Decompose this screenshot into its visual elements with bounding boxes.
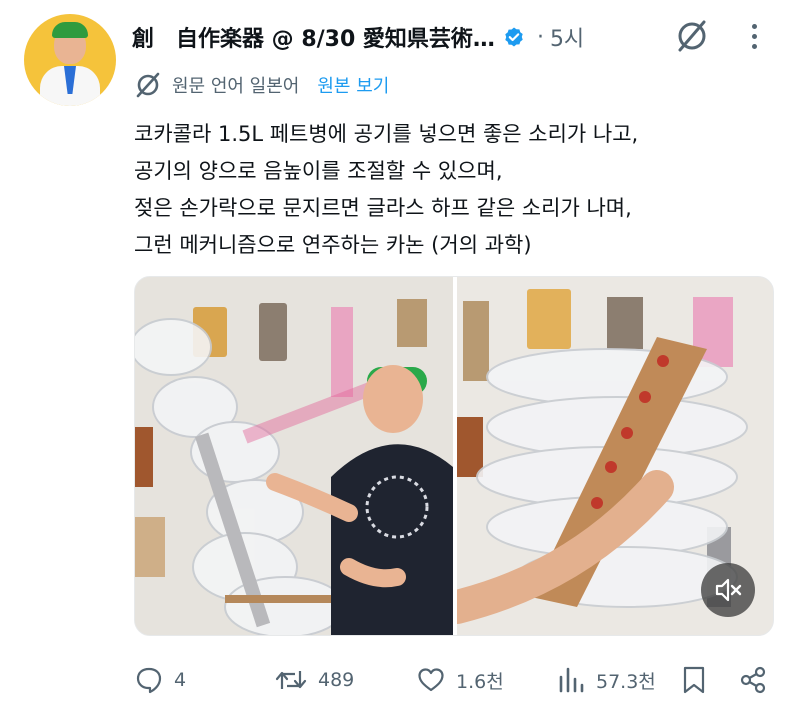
like-count: 1.6천 xyxy=(456,670,504,693)
display-name[interactable]: 創 自作楽器 @ 8/30 愛知県芸術… xyxy=(132,21,495,53)
avatar[interactable] xyxy=(24,14,116,106)
share-button[interactable] xyxy=(738,660,768,700)
more-vertical-icon xyxy=(751,23,757,29)
retweet-count: 489 xyxy=(318,669,355,691)
retweet-icon xyxy=(274,665,308,695)
verified-badge-icon xyxy=(503,26,525,48)
view-original-link[interactable]: 원본 보기 xyxy=(317,72,389,98)
views-button[interactable]: 57.3천 xyxy=(556,660,656,700)
tweet-text-line: 코카콜라 1.5L 페트병에 공기를 넣으면 좋은 소리가 나고, xyxy=(134,122,639,146)
views-icon xyxy=(556,665,586,695)
translate-icon xyxy=(134,71,162,99)
mute-button[interactable] xyxy=(701,563,755,617)
view-count: 57.3천 xyxy=(596,670,656,693)
tweet-text-line: 젖은 손가락으로 문지르면 글라스 하프 같은 소리가 나며, xyxy=(134,196,632,220)
action-bar: 4 489 1.6천 57.3천 xyxy=(132,660,772,700)
tweet-text-line: 그런 메커니즘으로 연주하는 카논 (거의 과학) xyxy=(134,233,532,257)
tweet-text-line: 공기의 양으로 음높이를 조절할 수 있으며, xyxy=(134,159,503,183)
avatar-hair xyxy=(52,22,88,38)
separator-dot: · xyxy=(536,24,544,50)
heart-icon xyxy=(416,665,446,695)
grok-icon xyxy=(674,18,710,54)
share-icon xyxy=(738,665,768,695)
translation-row: 원문 언어 일본어 원본 보기 xyxy=(134,70,389,100)
more-button[interactable] xyxy=(740,16,768,56)
tweet-header: 創 自作楽器 @ 8/30 愛知県芸術… · 5시 xyxy=(132,20,584,54)
translation-label: 원문 언어 일본어 xyxy=(172,76,300,97)
reply-count: 4 xyxy=(174,669,187,691)
bookmark-button[interactable] xyxy=(680,660,708,700)
grok-button[interactable] xyxy=(674,18,710,54)
reply-button[interactable]: 4 xyxy=(134,660,186,700)
bookmark-icon xyxy=(680,665,708,695)
mute-icon xyxy=(713,575,743,605)
retweet-button[interactable]: 489 xyxy=(274,660,354,700)
timestamp[interactable]: 5시 xyxy=(550,21,584,53)
video-media[interactable] xyxy=(134,276,774,636)
tweet-text: 코카콜라 1.5L 페트병에 공기를 넣으면 좋은 소리가 나고, 공기의 양으… xyxy=(134,116,774,264)
like-button[interactable]: 1.6천 xyxy=(416,660,504,700)
video-frame-left xyxy=(135,277,453,635)
reply-icon xyxy=(134,665,164,695)
